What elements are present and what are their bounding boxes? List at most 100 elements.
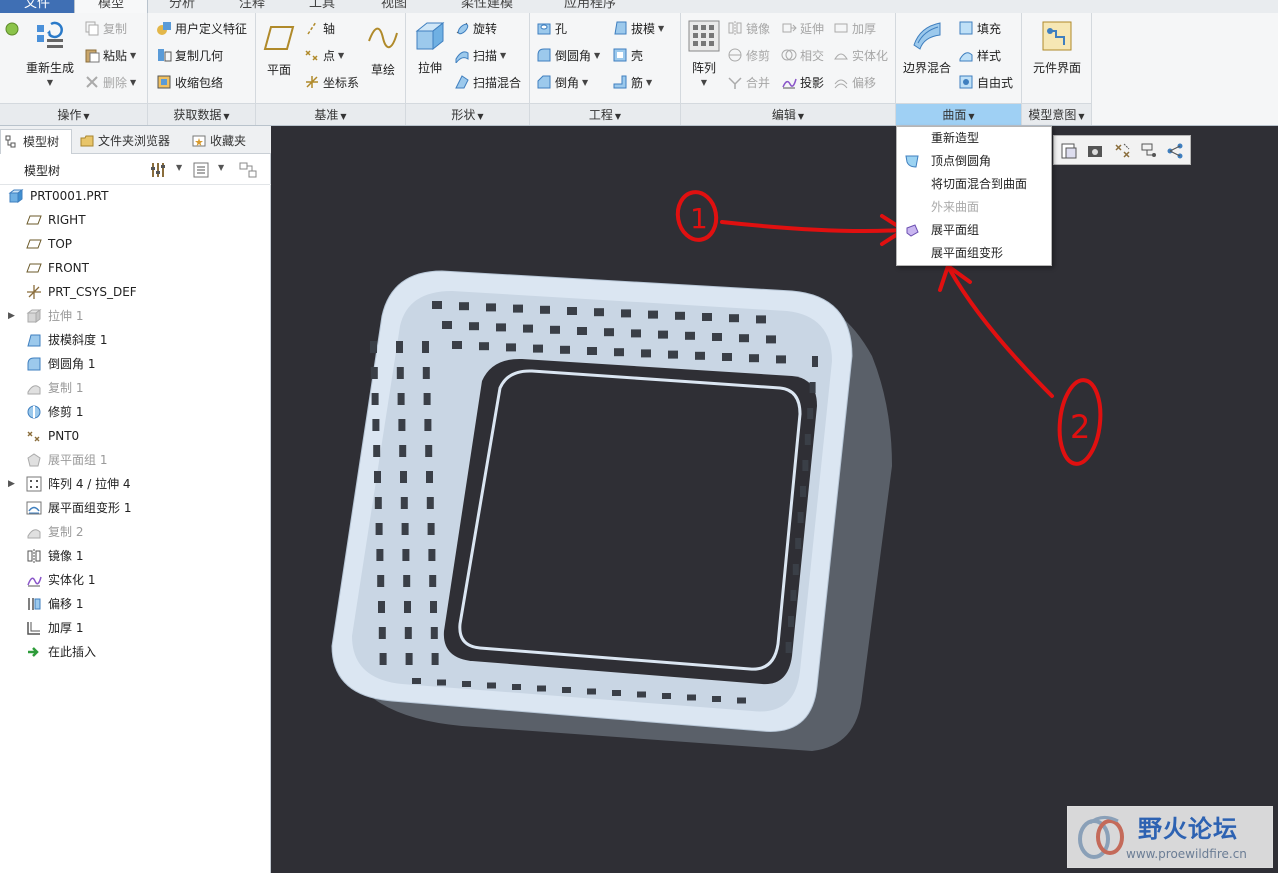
group-label-shape[interactable]: 形状 ▼ [406,103,529,125]
draft-button[interactable]: 拔模 ▼ [612,17,664,39]
datum-plane-button[interactable]: 平面 [262,21,296,78]
revolve-button[interactable]: 旋转 [454,17,497,39]
tab-model-tree[interactable]: 模型树 [0,129,72,154]
pattern-button[interactable]: 阵列 ▼ [687,19,721,87]
tree-item-csys[interactable]: PRT_CSYS_DEF [26,281,137,303]
annotation-display-icon[interactable] [1166,142,1184,160]
freestyle-button[interactable]: 自由式 [958,71,1013,93]
graphics-window[interactable]: 1 2 [272,126,1278,873]
fill-button[interactable]: 填充 [958,17,1001,39]
spin-center-icon[interactable] [1140,142,1158,160]
tab-folder-browser[interactable]: 文件夹浏览器 [76,129,184,154]
swept-blend-button[interactable]: 扫描混合 [454,71,521,93]
solidify-label: 实体化 [852,48,889,63]
menu-item-flatten-quilt[interactable]: 展平面组 [897,219,1051,242]
tab-flexible-modeling[interactable]: 柔性建模 [440,0,534,13]
intersect-button[interactable]: 相交 [781,44,824,66]
group-label-get-data[interactable]: 获取数据 ▼ [148,103,255,125]
menu-item-restyle[interactable]: 重新造型 [897,127,1051,150]
tab-tools[interactable]: 工具 [290,0,354,13]
tree-item-thicken-1[interactable]: 加厚 1 [26,617,83,639]
udf-button[interactable]: 用户定义特征 [156,17,247,39]
extend-button[interactable]: 延伸 [781,17,824,39]
tab-view[interactable]: 视图 [362,0,426,13]
trim-button[interactable]: 修剪 [727,44,770,66]
tree-item-insert-here[interactable]: 在此插入 [26,641,96,663]
tab-file[interactable]: 文件 [0,0,74,13]
tree-filter-icon[interactable] [238,161,260,179]
tree-item-draft-1[interactable]: 拔模斜度 1 [26,329,107,351]
status-ball-icon[interactable] [4,21,20,37]
menu-item-vertex-round[interactable]: 顶点倒圆角 [897,150,1051,173]
offset-button[interactable]: 偏移 [833,71,876,93]
menu-item-flatten-quilt-deform[interactable]: 展平面组变形 [897,242,1051,265]
delete-button[interactable]: 删除 ▼ [84,71,136,93]
group-label-surface[interactable]: 曲面 ▼ [896,103,1021,125]
menu-item-foreign-surface[interactable]: 外来曲面 [897,196,1051,219]
chamfer-button[interactable]: 倒角 ▼ [536,71,588,93]
saved-views-icon[interactable] [1060,142,1078,160]
project-button[interactable]: 投影 [781,71,824,93]
tab-model[interactable]: 模型 [74,0,148,13]
tree-item-solidify-1[interactable]: 实体化 1 [26,569,95,591]
group-label-datum[interactable]: 基准 ▼ [256,103,405,125]
tree-item-part[interactable]: PRT0001.PRT [8,185,108,207]
tree-item-front[interactable]: FRONT [26,257,89,279]
tree-item-flatten-deform-1[interactable]: 展平面组变形 1 [26,497,131,519]
component-interface-button[interactable]: 元件界面 [1028,19,1086,76]
tree-item-pattern-4[interactable]: ▶ 阵列 4 / 拉伸 4 [8,473,131,495]
view-manager-icon[interactable] [1086,142,1104,160]
tree-item-right[interactable]: RIGHT [26,209,86,231]
datum-point-button[interactable]: 点 ▼ [304,44,344,66]
sketch-button[interactable]: 草绘 [366,21,400,78]
show-columns-icon[interactable] [192,161,210,179]
wall-slot [404,601,411,613]
merge-button[interactable]: 合并 [727,71,770,93]
csys-button[interactable]: 坐标系 [304,71,359,93]
shrinkwrap-button[interactable]: 收缩包络 [156,71,223,93]
style-button[interactable]: 样式 [958,44,1001,66]
extrude-button[interactable]: 拉伸 [412,19,448,76]
tree-item-copy-2[interactable]: 复制 2 [26,521,83,543]
thicken-button[interactable]: 加厚 [833,17,876,39]
show-columns-dropdown-icon[interactable]: ▼ [218,163,224,172]
expand-icon[interactable]: ▶ [8,473,15,495]
tree-item-pnt0[interactable]: PNT0 [26,425,79,447]
regenerate-button[interactable]: 重新生成 ▼ [22,19,78,87]
group-label-model-intent[interactable]: 模型意图 ▼ [1022,103,1091,125]
tree-item-top[interactable]: TOP [26,233,72,255]
menu-item-blend-tangent-to-surfaces[interactable]: 将切面混合到曲面 [897,173,1051,196]
copy-geometry-button[interactable]: 复制几何 [156,44,223,66]
tree-item-offset-1[interactable]: 偏移 1 [26,593,83,615]
tree-item-trim-1[interactable]: 修剪 1 [26,401,83,423]
tree-settings-icon[interactable] [150,161,168,179]
mirror-button[interactable]: 镜像 [727,17,770,39]
datum-axis-button[interactable]: 轴 [304,17,335,39]
shell-button[interactable]: 壳 [612,44,643,66]
hole-button[interactable]: 孔 [536,17,567,39]
tab-applications[interactable]: 应用程序 [548,0,632,13]
rib-button[interactable]: 筋 ▼ [612,71,652,93]
paste-button[interactable]: 粘贴 ▼ [84,44,136,66]
forum-logo-icon [1078,816,1124,859]
tab-analysis[interactable]: 分析 [150,0,214,13]
sweep-button[interactable]: 扫描 ▼ [454,44,506,66]
group-label-edit[interactable]: 编辑 ▼ [681,103,895,125]
group-label-operations[interactable]: 操作 ▼ [0,103,147,125]
tree-item-round-1[interactable]: 倒圆角 1 [26,353,95,375]
copy-button[interactable]: 复制 [84,17,127,39]
datum-display-icon[interactable] [1114,142,1132,160]
round-button[interactable]: 倒圆角 ▼ [536,44,600,66]
tree-item-copy-1[interactable]: 复制 1 [26,377,83,399]
boundary-blend-button[interactable]: 边界混合 [902,19,952,76]
tree-settings-dropdown-icon[interactable]: ▼ [176,163,182,172]
expand-icon[interactable]: ▶ [8,305,15,327]
group-label-engineering[interactable]: 工程 ▼ [530,103,680,125]
solidify-button[interactable]: 实体化 [833,44,888,66]
forum-watermark: 野火论坛 www.proewildfire.cn [1067,806,1273,868]
tree-item-mirror-1[interactable]: 镜像 1 [26,545,83,567]
tree-item-extrude-1[interactable]: ▶ 拉伸 1 [8,305,83,327]
tab-annotate[interactable]: 注释 [220,0,284,13]
tab-favorites[interactable]: 收藏夹 [188,129,258,154]
tree-item-flatten-quilt-1[interactable]: 展平面组 1 [26,449,107,471]
